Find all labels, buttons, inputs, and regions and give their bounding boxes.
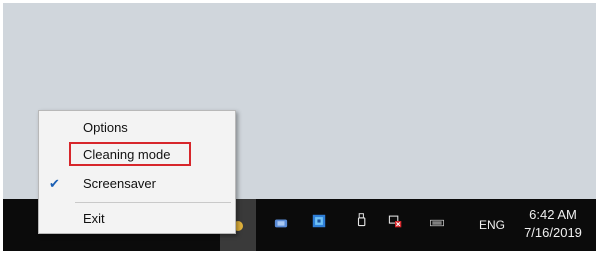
menu-item-screensaver[interactable]: ✔ Screensaver <box>39 172 235 196</box>
clock-time: 6:42 AM <box>529 207 577 222</box>
menu-item-label: Exit <box>83 211 105 226</box>
menu-separator <box>75 202 231 203</box>
clock-date: 7/16/2019 <box>524 225 582 240</box>
highlight-box <box>69 142 191 166</box>
menu-item-exit[interactable]: Exit <box>39 207 235 231</box>
menu-item-label: Screensaver <box>83 176 156 191</box>
network-disconnected-tray-icon[interactable] <box>388 214 402 228</box>
language-indicator[interactable]: ENG <box>479 218 505 232</box>
menu-item-options[interactable]: Options <box>39 116 235 140</box>
menu-item-label: Options <box>83 120 128 135</box>
checkmark-icon: ✔ <box>49 176 60 191</box>
clock[interactable]: 6:42 AM 7/16/2019 <box>521 206 585 242</box>
usb-drive-tray-icon[interactable] <box>355 213 369 227</box>
keyboard-tray-icon[interactable] <box>430 216 444 230</box>
blue-app-tray-icon[interactable] <box>312 214 326 228</box>
tray-context-menu: Options Cleaning mode ✔ Screensaver Exit <box>38 110 236 234</box>
network-tray-icon[interactable] <box>274 216 288 230</box>
